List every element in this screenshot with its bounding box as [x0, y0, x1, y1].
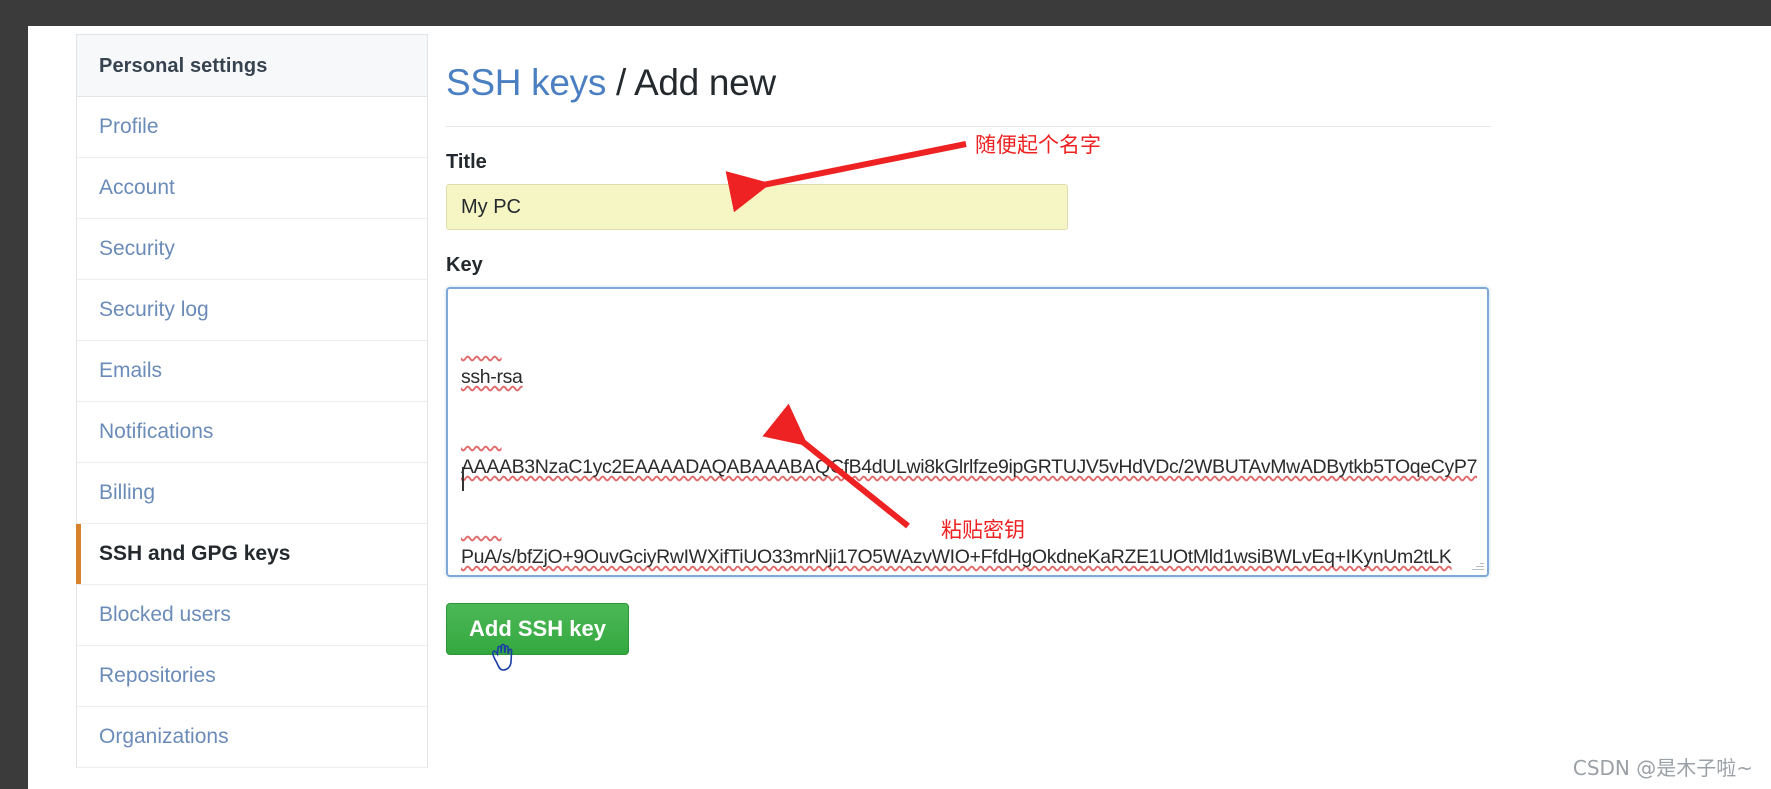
sidebar-item-label: SSH and GPG keys: [99, 542, 291, 565]
key-line: PuA/s/bfZjO+9OuvGciyRwIWXifTiUO33mrNji17…: [461, 546, 1452, 568]
sidebar-item-account[interactable]: Account: [77, 158, 427, 219]
window-left-gutter: [0, 0, 28, 789]
sidebar-item-label: Repositories: [99, 664, 216, 687]
key-annotation-text: 粘贴密钥: [941, 518, 1025, 542]
sidebar-item-billing[interactable]: Billing: [77, 463, 427, 524]
sidebar-item-label: Security log: [99, 298, 209, 321]
sidebar-item-label: Emails: [99, 359, 163, 382]
sidebar-item-label: Security: [99, 237, 175, 260]
text-caret: [462, 467, 464, 491]
page-content: Personal settings Profile Account Securi…: [28, 26, 1771, 789]
sidebar-item-emails[interactable]: Emails: [77, 341, 427, 402]
sidebar-item-organizations[interactable]: Organizations: [77, 707, 427, 768]
settings-sidebar: Personal settings Profile Account Securi…: [76, 34, 428, 768]
title-annotation-text: 随便起个名字: [975, 133, 1101, 157]
sidebar-item-label: Account: [99, 176, 175, 199]
sidebar-item-repositories[interactable]: Repositories: [77, 646, 427, 707]
sidebar-item-notifications[interactable]: Notifications: [77, 402, 427, 463]
window-top-gutter: [0, 0, 1771, 26]
sidebar-item-profile[interactable]: Profile: [77, 97, 427, 158]
main-panel: SSH keys / Add new Title Key ssh-rsa AAA…: [446, 34, 1746, 655]
sidebar-item-label: Organizations: [99, 725, 229, 748]
add-ssh-key-button[interactable]: Add SSH key: [446, 603, 629, 655]
sidebar-item-security[interactable]: Security: [77, 219, 427, 280]
page-title: SSH keys / Add new: [446, 62, 1746, 104]
sidebar-item-label: Billing: [99, 481, 156, 504]
sidebar-header: Personal settings: [77, 35, 427, 97]
sidebar-item-ssh-and-gpg-keys[interactable]: SSH and GPG keys: [76, 524, 427, 585]
sidebar-item-label: Profile: [99, 115, 159, 138]
breadcrumb-separator: /: [606, 62, 634, 103]
sidebar-item-security-log[interactable]: Security log: [77, 280, 427, 341]
title-input[interactable]: [446, 184, 1068, 230]
breadcrumb-ssh-keys-link[interactable]: SSH keys: [446, 62, 606, 103]
textarea-resize-handle[interactable]: [1471, 559, 1484, 572]
key-field-label: Key: [446, 254, 483, 276]
title-divider: [446, 126, 1491, 127]
sidebar-item-label: Blocked users: [99, 603, 231, 626]
key-line: ssh-rsa: [461, 366, 523, 388]
breadcrumb-current: Add new: [633, 62, 776, 103]
mouse-pointer-hand-icon: [491, 643, 513, 671]
sidebar-item-blocked-users[interactable]: Blocked users: [77, 585, 427, 646]
sidebar-item-label: Notifications: [99, 420, 214, 443]
key-line: AAAAB3NzaC1yc2EAAAADAQABAAABAQCfB4dULwi8…: [461, 456, 1478, 478]
watermark-text: CSDN @是木子啦~: [1572, 756, 1753, 780]
